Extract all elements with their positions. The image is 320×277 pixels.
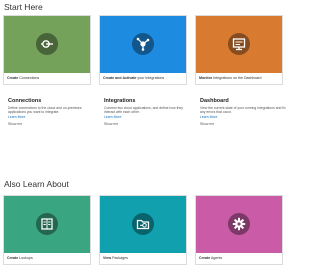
card-label: Create Connections xyxy=(7,76,40,80)
show-me-link[interactable]: Show me xyxy=(200,122,288,127)
info-title: Connections xyxy=(8,98,42,104)
card-label: Create Agents xyxy=(199,256,223,260)
package-icon xyxy=(132,213,154,235)
create-connections-card[interactable]: Create Connections xyxy=(3,15,91,85)
gear-icon xyxy=(228,213,250,235)
info-description: Connect two cloud applications, and defi… xyxy=(104,106,183,115)
dashboard-icon xyxy=(228,33,250,55)
show-me-link[interactable]: Show me xyxy=(104,122,192,127)
plug-icon xyxy=(36,33,58,55)
integrations-info: Integrations Connect two cloud applicati… xyxy=(104,98,192,127)
view-packages-card[interactable]: View Packages xyxy=(99,195,187,265)
monitor-dashboard-card[interactable]: Monitor Integrations on the Dashboard xyxy=(195,15,283,85)
learn-more-link[interactable]: Learn More xyxy=(104,115,192,120)
card-label: Monitor Integrations on the Dashboard xyxy=(199,76,262,80)
learn-more-link[interactable]: Learn More xyxy=(200,115,288,120)
start-here-heading: Start Here xyxy=(4,2,43,12)
info-title: Integrations xyxy=(104,98,136,104)
create-agents-card[interactable]: Create Agents xyxy=(195,195,283,265)
info-description: Define connections to the cloud and on-p… xyxy=(8,106,82,115)
show-me-link[interactable]: Show me xyxy=(8,122,96,127)
integration-icon xyxy=(132,33,154,55)
create-integrations-card[interactable]: Create and Activate your Integrations xyxy=(99,15,187,85)
card-label: Create and Activate your Integrations xyxy=(103,76,165,80)
info-description: View the current state of your running i… xyxy=(200,106,286,115)
lookup-icon xyxy=(36,213,58,235)
learn-more-link[interactable]: Learn More xyxy=(8,115,96,120)
dashboard-info: Dashboard View the current state of your… xyxy=(200,98,288,127)
connections-info: Connections Define connections to the cl… xyxy=(8,98,96,127)
card-label: View Packages xyxy=(103,256,128,260)
info-title: Dashboard xyxy=(200,98,229,104)
create-lookups-card[interactable]: Create Lookups xyxy=(3,195,91,265)
also-learn-heading: Also Learn About xyxy=(4,179,69,189)
card-label: Create Lookups xyxy=(7,256,33,260)
